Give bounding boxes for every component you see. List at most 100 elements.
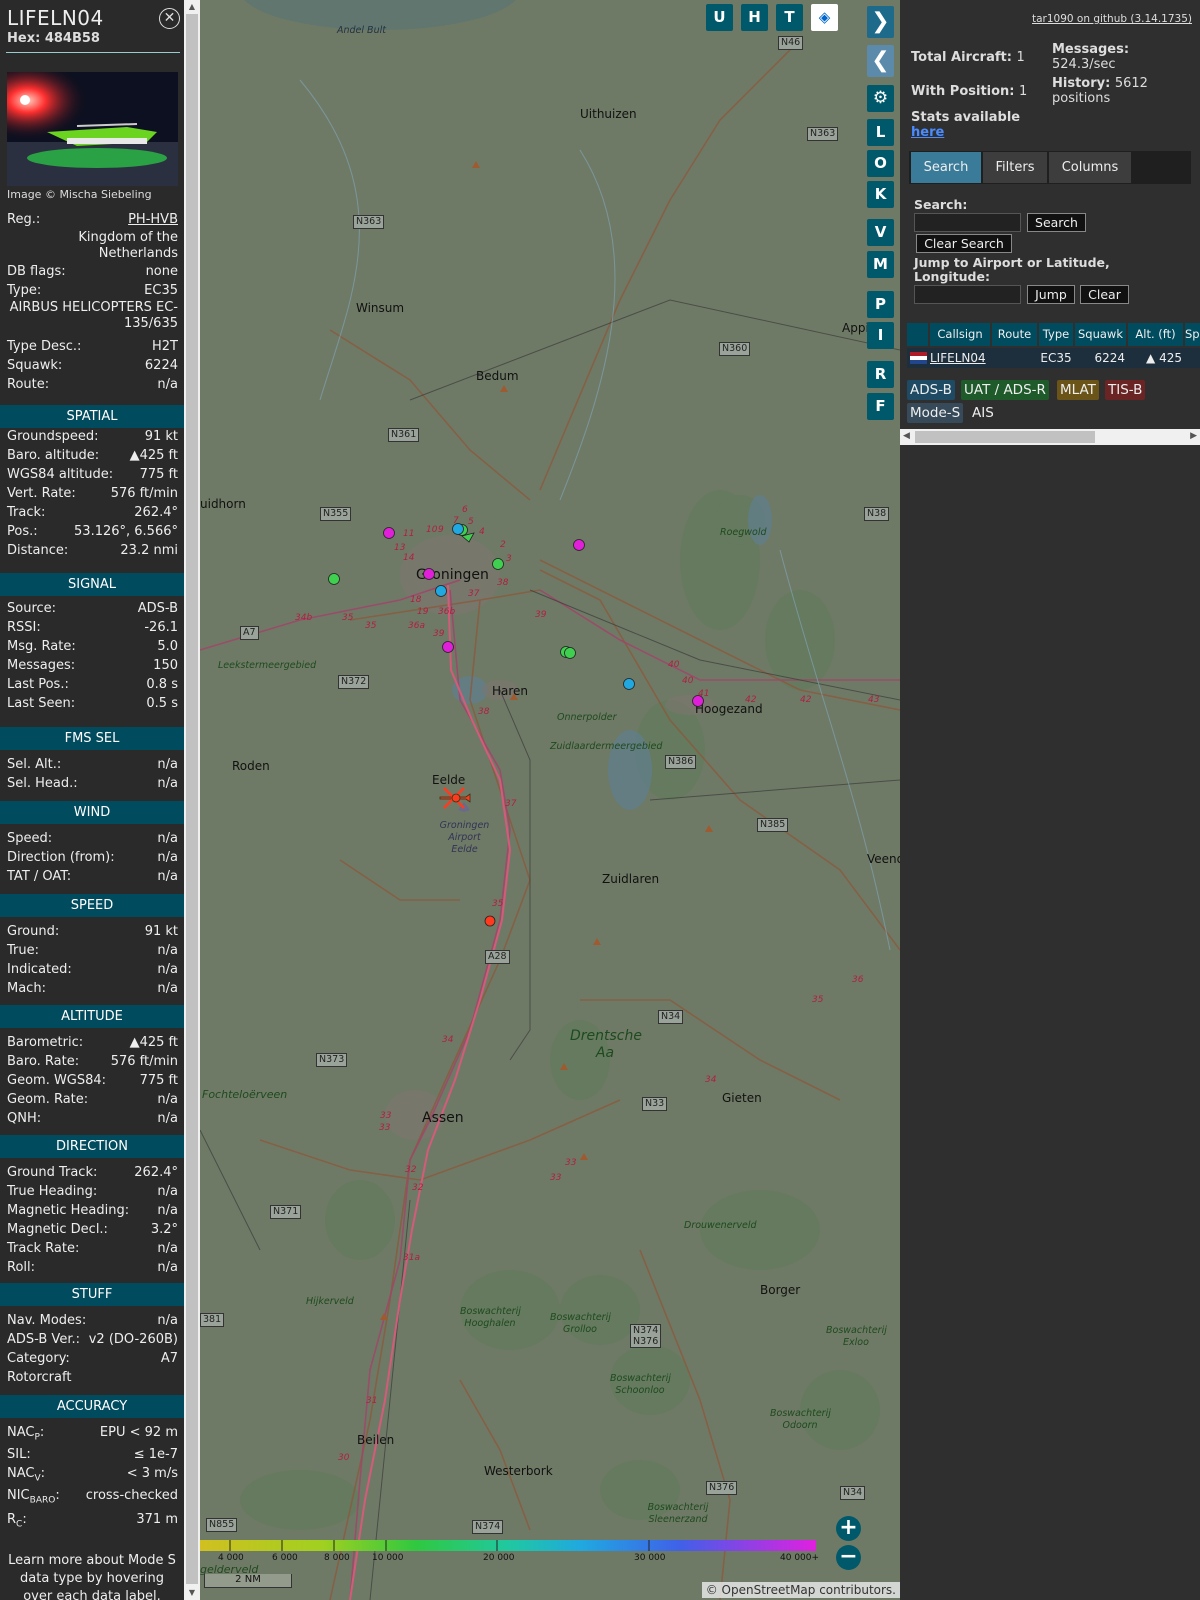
info-row-wind: Speed: n/a — [7, 830, 178, 849]
sidebar-scrollbar[interactable]: ▲ ▼ — [184, 0, 200, 1600]
svg-text:3: 3 — [506, 554, 512, 564]
info-row-speed: Ground: 91 kt — [7, 923, 178, 942]
tab-filters[interactable]: Filters — [983, 152, 1047, 183]
search-input[interactable] — [914, 213, 1021, 232]
scroll-left-icon[interactable]: ◀ — [903, 431, 910, 441]
jump-input[interactable] — [914, 285, 1021, 304]
place-airport: Groningen Airport Eelde — [439, 820, 490, 855]
hex-code: Hex: 484B58 — [7, 31, 100, 46]
clear-button[interactable]: Clear — [1080, 285, 1129, 304]
aircraft-photo[interactable] — [7, 72, 178, 186]
tab-columns[interactable]: Columns — [1049, 152, 1131, 183]
altitude-color-legend — [200, 1540, 816, 1551]
alt-tick-4000: 4 000 — [218, 1553, 244, 1563]
badge-tisb[interactable]: TIS-B — [1105, 380, 1146, 400]
info-value: n/a — [157, 1092, 178, 1107]
col-header-route[interactable]: Route — [992, 323, 1037, 346]
search-button[interactable]: Search — [1027, 213, 1086, 232]
place-drentsche-aa: Drentsche Aa — [570, 1028, 642, 1061]
road-n46: N46 — [778, 36, 804, 50]
info-label: Nav. Modes: — [7, 1313, 87, 1328]
svg-text:34: 34 — [705, 1075, 717, 1085]
info-value: A7 — [160, 1351, 178, 1366]
scroll-down-icon[interactable]: ▼ — [184, 1586, 200, 1600]
toggle-l-button[interactable]: L — [867, 119, 894, 146]
toggle-h-button[interactable]: H — [741, 4, 768, 31]
info-value: n/a — [157, 776, 178, 791]
toggle-m-button[interactable]: M — [867, 251, 894, 278]
toggle-t-button[interactable]: T — [776, 4, 803, 31]
toggle-u-button[interactable]: U — [706, 4, 733, 31]
scroll-right-icon[interactable]: ▶ — [1190, 431, 1197, 441]
info-row-route: Route: n/a — [7, 377, 178, 392]
badge-modes[interactable]: Mode-S — [907, 403, 964, 423]
info-label: Distance: — [7, 543, 69, 558]
layers-icon[interactable]: ◈ — [811, 4, 838, 31]
road-n33: N33 — [642, 1097, 668, 1111]
map-attribution[interactable]: © OpenStreetMap contributors. — [701, 1582, 900, 1598]
road-n363-east: N363 — [807, 127, 839, 141]
svg-text:38: 38 — [497, 578, 509, 588]
close-icon[interactable]: ✕ — [159, 8, 180, 29]
col-header-squawk[interactable]: Squawk — [1075, 323, 1126, 346]
col-header-callsign[interactable]: Callsign — [930, 323, 990, 346]
info-value: v2 (DO-260B) — [88, 1332, 178, 1347]
info-label: Speed: — [7, 831, 53, 846]
section-wind: WIND — [0, 801, 184, 824]
col-header-altitude[interactable]: Alt. (ft) — [1128, 323, 1183, 346]
info-value: 53.126°, 6.566° — [74, 524, 178, 539]
history-stat: History: 5612 positions — [1052, 76, 1148, 106]
toggle-k-button[interactable]: K — [867, 181, 894, 208]
badge-ais[interactable]: AIS — [969, 403, 997, 423]
col-header-speed[interactable]: Sp — [1185, 323, 1200, 346]
row-type: EC35 — [1040, 351, 1072, 365]
svg-text:35: 35 — [342, 613, 354, 623]
chevron-left-icon[interactable]: ❮ — [867, 45, 894, 77]
info-value: n/a — [157, 1313, 178, 1328]
place-groningen: Groningen — [416, 567, 489, 583]
toggle-f-button[interactable]: F — [867, 393, 894, 420]
svg-text:18: 18 — [410, 595, 422, 605]
table-scroll-thumb[interactable] — [915, 431, 1095, 443]
col-header-flag[interactable] — [907, 323, 928, 346]
stats-link[interactable]: here — [911, 125, 944, 140]
info-value: ▲425 ft — [129, 1035, 178, 1050]
toggle-r-button[interactable]: R — [867, 361, 894, 388]
info-value: n/a — [157, 757, 178, 772]
toggle-v-button[interactable]: V — [867, 219, 894, 246]
info-row-type: Type: EC35 — [7, 283, 178, 298]
badge-adsb[interactable]: ADS-B — [907, 380, 955, 400]
badge-mlat[interactable]: MLAT — [1057, 380, 1099, 400]
stats-available: Stats available here — [911, 110, 1021, 140]
toggle-o-button[interactable]: O — [867, 150, 894, 177]
info-label: RSSI: — [7, 620, 41, 635]
info-value: n/a — [157, 981, 178, 996]
col-header-type[interactable]: Type — [1039, 323, 1073, 346]
row-callsign[interactable]: LIFELN04 — [930, 348, 986, 368]
svg-text:39: 39 — [433, 629, 445, 639]
info-label: Geom. Rate: — [7, 1092, 89, 1107]
info-value: n/a — [157, 1184, 178, 1199]
place-veend: Veend — [867, 852, 900, 866]
info-row-altitude: QNH: n/a — [7, 1110, 178, 1129]
svg-text:7: 7 — [453, 516, 459, 526]
badge-uat-adsr[interactable]: UAT / ADS-R — [961, 380, 1049, 400]
clear-search-button[interactable]: Clear Search — [916, 234, 1012, 253]
tab-search[interactable]: Search — [911, 152, 981, 183]
github-link[interactable]: tar1090 on github (3.14.1735) — [1032, 13, 1192, 25]
zoom-out-icon[interactable]: − — [836, 1545, 861, 1570]
chevron-right-icon[interactable]: ❯ — [867, 6, 894, 38]
zoom-in-icon[interactable]: + — [836, 1516, 861, 1541]
info-row-signal: Source: ADS-B — [7, 600, 178, 619]
info-value: 23.2 nmi — [120, 543, 178, 558]
table-horizontal-scrollbar[interactable]: ◀ ▶ — [900, 429, 1200, 445]
toggle-p-button[interactable]: P — [867, 291, 894, 318]
scroll-up-icon[interactable]: ▲ — [184, 0, 200, 14]
map-view[interactable]: 7654 2 3 38 37 11 10 9 13 14 18 19 36a 36b 39 35 35 … — [200, 0, 900, 1600]
toggle-i-button[interactable]: I — [867, 322, 894, 349]
info-value: n/a — [157, 1260, 178, 1275]
jump-button[interactable]: Jump — [1027, 285, 1075, 304]
registration-link[interactable]: PH-HVB — [128, 211, 178, 228]
gear-icon[interactable]: ⚙ — [867, 85, 894, 112]
sidebar-scroll-thumb[interactable] — [186, 14, 198, 1584]
